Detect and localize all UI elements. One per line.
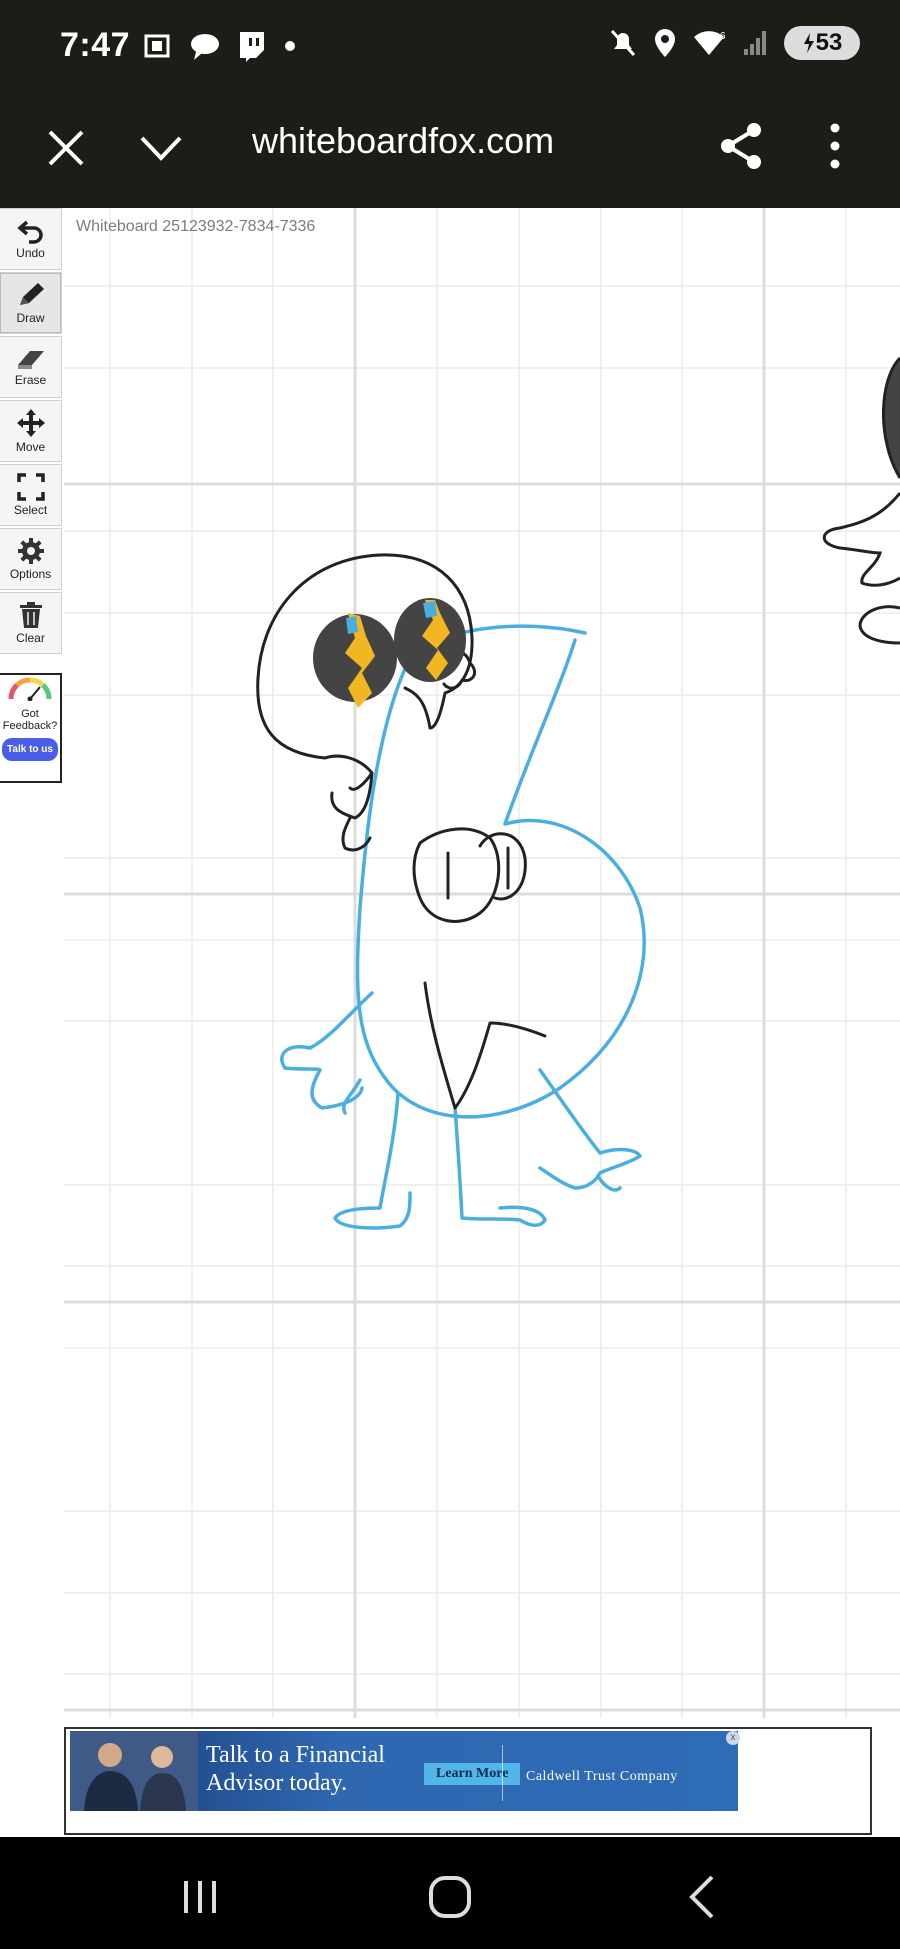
tool-palette: Undo Draw Erase Move Select Options Clea… bbox=[0, 208, 64, 656]
url-text[interactable]: whiteboardfox.com bbox=[252, 120, 554, 162]
status-time: 7:47 bbox=[60, 26, 131, 64]
move-label: Move bbox=[15, 440, 46, 454]
ad-creative[interactable]: Talk to a Financial Advisor today. Learn… bbox=[70, 1731, 740, 1811]
dot-icon bbox=[285, 41, 295, 51]
options-button[interactable]: Options bbox=[0, 528, 62, 590]
gauge-icon bbox=[8, 677, 52, 702]
move-icon bbox=[16, 409, 45, 437]
close-icon[interactable] bbox=[44, 126, 88, 170]
share-icon[interactable] bbox=[716, 120, 766, 172]
clear-button[interactable]: Clear bbox=[0, 592, 62, 654]
status-right-icons: 6 53 bbox=[608, 26, 860, 60]
gear-icon bbox=[17, 538, 44, 564]
recents-icon[interactable] bbox=[170, 1867, 230, 1927]
signal-icon bbox=[744, 31, 766, 55]
draw-label: Draw bbox=[16, 311, 45, 325]
undo-button[interactable]: Undo bbox=[0, 208, 62, 270]
select-label: Select bbox=[13, 503, 48, 517]
grid-background bbox=[64, 208, 900, 1718]
ad-divider bbox=[502, 1745, 503, 1801]
feedback-widget[interactable]: Got Feedback? Talk to us bbox=[0, 673, 62, 783]
ad-headline: Talk to a Financial Advisor today. bbox=[206, 1742, 385, 1796]
talk-to-us-button[interactable]: Talk to us bbox=[2, 738, 58, 761]
twitch-icon bbox=[240, 32, 264, 62]
blue-character-drawing bbox=[280, 624, 646, 1230]
svg-text:6: 6 bbox=[720, 31, 726, 42]
ad-people-image bbox=[70, 1731, 198, 1811]
feedback-text: Got Feedback? bbox=[2, 708, 58, 732]
mute-icon bbox=[610, 29, 636, 57]
select-button[interactable]: Select bbox=[0, 464, 62, 526]
screenshot-icon bbox=[144, 34, 170, 58]
wifi-icon: 6 bbox=[694, 31, 726, 55]
pencil-icon bbox=[19, 283, 44, 305]
battery-icon: 53 bbox=[784, 26, 860, 60]
whiteboard-title: Whiteboard 25123932-7834-7336 bbox=[76, 218, 316, 235]
whiteboard-canvas[interactable]: Whiteboard 25123932-7834-7336 Undo Draw … bbox=[0, 208, 900, 1837]
chevron-down-icon[interactable] bbox=[138, 128, 184, 168]
chat-icon bbox=[191, 34, 219, 60]
draw-button[interactable]: Draw bbox=[0, 272, 62, 334]
more-vert-icon[interactable] bbox=[820, 120, 850, 172]
back-icon[interactable] bbox=[672, 1867, 732, 1927]
move-button[interactable]: Move bbox=[0, 400, 62, 462]
undo-icon bbox=[16, 220, 43, 244]
location-icon bbox=[655, 29, 675, 57]
creature-eyes bbox=[313, 598, 466, 708]
browser-toolbar: whiteboardfox.com bbox=[0, 96, 900, 208]
trash-icon bbox=[19, 602, 42, 628]
partial-right-drawing bbox=[822, 356, 900, 645]
options-label: Options bbox=[9, 567, 52, 581]
erase-label: Erase bbox=[14, 373, 47, 387]
status-bar: 7:47 6 53 bbox=[0, 0, 900, 96]
ad-learn-more-button[interactable]: Learn More bbox=[424, 1763, 521, 1785]
undo-label: Undo bbox=[16, 246, 45, 260]
select-icon bbox=[16, 473, 45, 501]
status-left-icons bbox=[140, 30, 298, 62]
ad-banner[interactable]: Talk to a Financial Advisor today. Learn… bbox=[64, 1727, 872, 1835]
ad-brand: Caldwell Trust Company bbox=[526, 1769, 678, 1784]
home-icon[interactable] bbox=[420, 1867, 480, 1927]
battery-level: 53 bbox=[815, 29, 843, 56]
clear-label: Clear bbox=[16, 631, 45, 645]
system-nav-bar bbox=[0, 1837, 900, 1949]
ad-close-icon[interactable]: x bbox=[726, 1731, 740, 1745]
eraser-icon bbox=[17, 351, 44, 369]
erase-button[interactable]: Erase bbox=[0, 336, 62, 398]
